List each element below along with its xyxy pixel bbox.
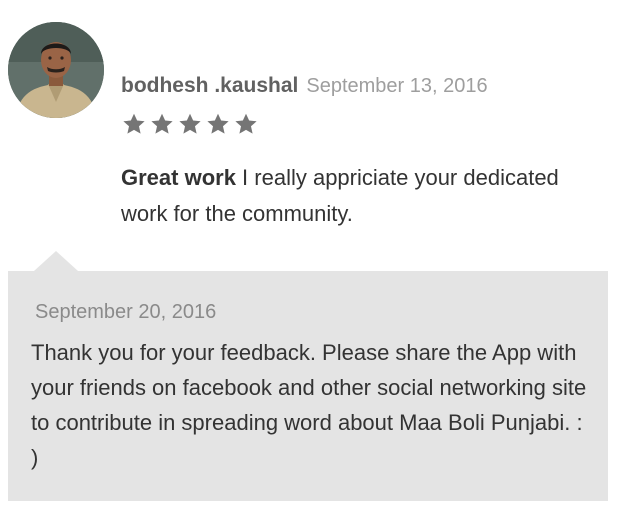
reply-pointer: [34, 251, 78, 271]
review-author[interactable]: bodhesh .kaushal: [121, 74, 298, 97]
star-icon: [207, 113, 229, 134]
star-icon: [235, 113, 257, 134]
reply-date: September 20, 2016: [35, 301, 217, 323]
review-title: Great work: [121, 165, 236, 190]
star-icon: [179, 113, 201, 134]
review-header: bodhesh .kaushal September 13, 2016: [121, 74, 488, 102]
avatar[interactable]: [8, 22, 104, 118]
star-icon: [123, 113, 145, 134]
avatar-portrait-icon: [8, 22, 104, 118]
review-body: Great work I really appriciate your dedi…: [121, 160, 601, 232]
review-card: bodhesh .kaushal September 13, 2016 Great…: [0, 0, 624, 508]
developer-reply: September 20, 2016 Thank you for your fe…: [8, 271, 608, 501]
review-date: September 13, 2016: [306, 75, 488, 97]
star-icon: [151, 113, 173, 134]
star-rating: [121, 111, 259, 139]
reply-text: Thank you for your feedback. Please shar…: [31, 340, 587, 470]
